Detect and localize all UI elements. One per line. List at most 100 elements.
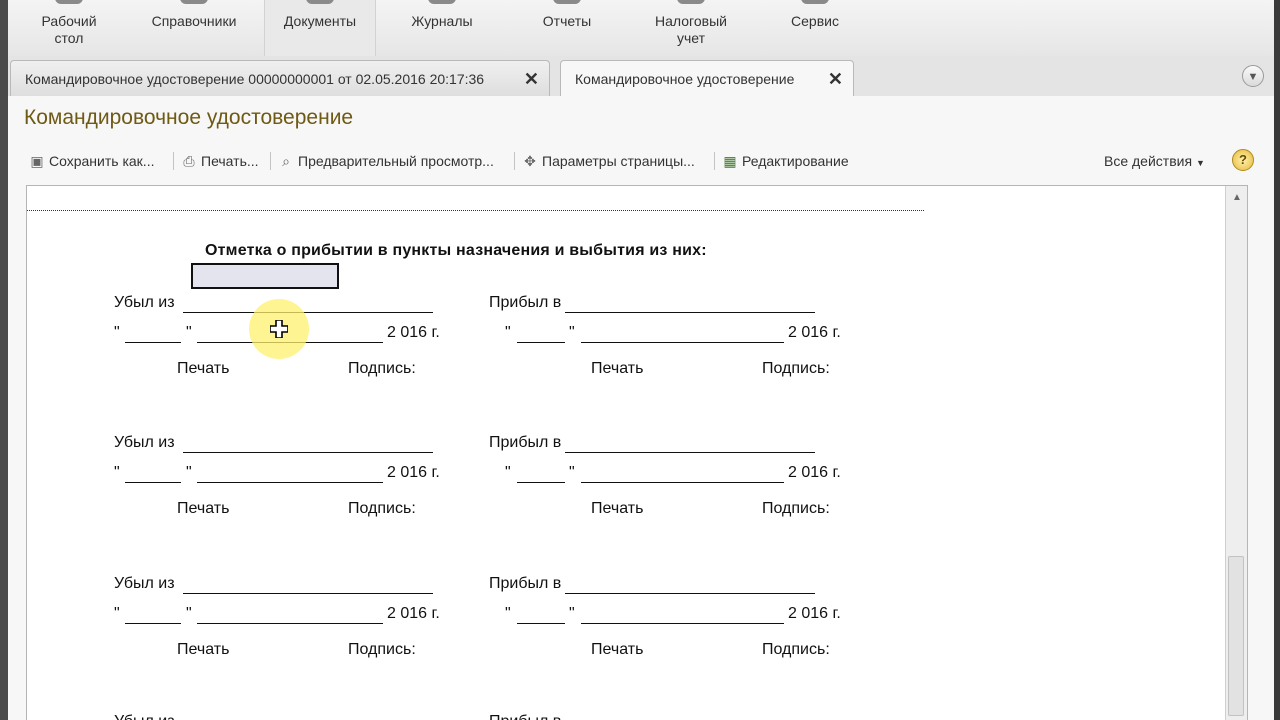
stamp-label: Печать — [177, 641, 230, 658]
departed-label: Убыл из — [114, 575, 175, 592]
section-label: Справочники — [151, 13, 237, 29]
section-journals[interactable]: Журналы — [387, 0, 497, 56]
save-as-button[interactable]: ▣ Сохранить как... — [28, 148, 154, 174]
year-label: 2 016 г. — [387, 605, 440, 622]
section-label: Рабочий стол — [41, 13, 97, 46]
month-line — [581, 482, 784, 483]
section-service[interactable]: Сервис — [760, 0, 870, 56]
arrived-label: Прибыл в — [489, 434, 562, 451]
page-settings-button[interactable]: ✥ Параметры страницы... — [521, 148, 695, 174]
toolbar-separator — [714, 152, 715, 170]
floppy-icon: ▣ — [30, 153, 44, 169]
spreadsheet-document[interactable]: Отметка о прибытии в пункты назначения и… — [26, 185, 1248, 720]
signature-label: Подпись: — [762, 641, 830, 658]
selected-cell[interactable] — [191, 263, 339, 289]
section-reports[interactable]: Отчеты — [512, 0, 622, 56]
section-label: Налоговый учет — [655, 13, 727, 46]
help-button[interactable]: ? — [1232, 149, 1254, 171]
year-label: 2 016 г. — [788, 324, 841, 341]
tab-label: Командировочное удостоверение 0000000000… — [25, 71, 485, 87]
tab-label: Командировочное удостоверение — [575, 71, 795, 87]
quote-open: " — [114, 324, 120, 341]
arrived-label: Прибыл в — [489, 713, 561, 720]
window-right-edge — [1274, 0, 1280, 720]
departed-place-line — [183, 312, 433, 313]
preview-label: Предварительный просмотр... — [298, 153, 494, 169]
quote-open: " — [505, 464, 511, 481]
tab-travel-certificate-print[interactable]: Командировочное удостоверение ✕ — [560, 60, 854, 97]
day-line — [517, 623, 565, 624]
dotted-separator — [27, 210, 924, 211]
edit-toggle-button[interactable]: ▦ Редактирование — [721, 148, 849, 174]
month-line — [197, 482, 383, 483]
all-actions-menu[interactable]: Все действия ▼ — [1104, 148, 1205, 174]
toolbar-separator — [514, 152, 515, 170]
document-heading: Отметка о прибытии в пункты назначения и… — [205, 242, 707, 259]
day-line — [517, 342, 565, 343]
day-line — [517, 482, 565, 483]
magnifier-icon: ⌕ — [282, 153, 290, 169]
document-icon — [306, 0, 334, 4]
scrollbar-thumb[interactable] — [1228, 556, 1244, 716]
tax-icon — [677, 0, 705, 4]
edit-label: Редактирование — [742, 153, 849, 169]
dropdown-arrow-icon: ▼ — [1195, 158, 1205, 168]
tab-travel-certificate-document[interactable]: Командировочное удостоверение 0000000000… — [10, 60, 550, 96]
section-label: Документы — [283, 13, 357, 29]
section-label: Отчеты — [542, 13, 592, 29]
service-icon — [801, 0, 829, 4]
preview-button[interactable]: ⌕ Предварительный просмотр... — [277, 148, 494, 174]
stamp-label: Печать — [591, 500, 644, 517]
printer-icon: ⎙ — [183, 153, 195, 169]
arrived-label: Прибыл в — [489, 294, 562, 311]
stamp-label: Печать — [177, 360, 230, 377]
toolbar-separator — [270, 152, 271, 170]
stamp-label: Печать — [591, 360, 644, 377]
arrived-place-line — [565, 593, 815, 594]
departed-label: Убыл из — [114, 294, 175, 311]
quote-close: " — [186, 324, 192, 341]
section-tax[interactable]: Налоговый учет — [636, 0, 746, 56]
departed-place-line — [183, 593, 433, 594]
section-label: Сервис — [791, 13, 839, 29]
quote-open: " — [505, 605, 511, 622]
toolbar: ▣ Сохранить как... ⎙ Печать... ⌕ Предварите… — [24, 148, 1254, 174]
arrived-place-line — [565, 312, 815, 313]
vertical-scrollbar[interactable]: ▲ — [1225, 186, 1247, 720]
report-icon — [553, 0, 581, 4]
signature-label: Подпись: — [348, 500, 416, 517]
open-windows-tabs: Командировочное удостоверение 0000000000… — [8, 56, 1274, 97]
departed-label: Убыл из — [114, 713, 175, 720]
window-left-edge — [0, 0, 8, 720]
print-form: Командировочное удостоверение ▣ Сохранить… — [8, 96, 1274, 720]
year-label: 2 016 г. — [387, 324, 440, 341]
stamp-label: Печать — [591, 641, 644, 658]
quote-close: " — [569, 324, 575, 341]
year-label: 2 016 г. — [387, 464, 440, 481]
close-icon[interactable]: ✕ — [524, 61, 539, 97]
close-icon[interactable]: ✕ — [828, 61, 843, 97]
arrived-place-line — [565, 452, 815, 453]
quote-close: " — [569, 605, 575, 622]
edit-icon: ▦ — [723, 153, 737, 169]
section-desktop[interactable]: Рабочий стол — [14, 0, 124, 56]
quote-open: " — [114, 605, 120, 622]
tabs-menu-icon[interactable]: ▼ — [1242, 65, 1264, 87]
departed-label: Убыл из — [114, 434, 175, 451]
section-documents[interactable]: Документы — [264, 0, 376, 56]
journal-icon — [428, 0, 456, 4]
month-line — [581, 623, 784, 624]
print-button[interactable]: ⎙ Печать... — [180, 148, 258, 174]
signature-label: Подпись: — [348, 641, 416, 658]
quote-close: " — [186, 605, 192, 622]
scroll-up-icon[interactable]: ▲ — [1229, 188, 1245, 208]
page-settings-label: Параметры страницы... — [542, 153, 695, 169]
month-line — [197, 623, 383, 624]
year-label: 2 016 г. — [788, 605, 841, 622]
quote-open: " — [114, 464, 120, 481]
day-line — [125, 342, 181, 343]
signature-label: Подпись: — [762, 360, 830, 377]
section-catalogs[interactable]: Справочники — [139, 0, 249, 56]
page-title: Командировочное удостоверение — [24, 106, 354, 129]
all-actions-label: Все действия — [1104, 153, 1193, 169]
